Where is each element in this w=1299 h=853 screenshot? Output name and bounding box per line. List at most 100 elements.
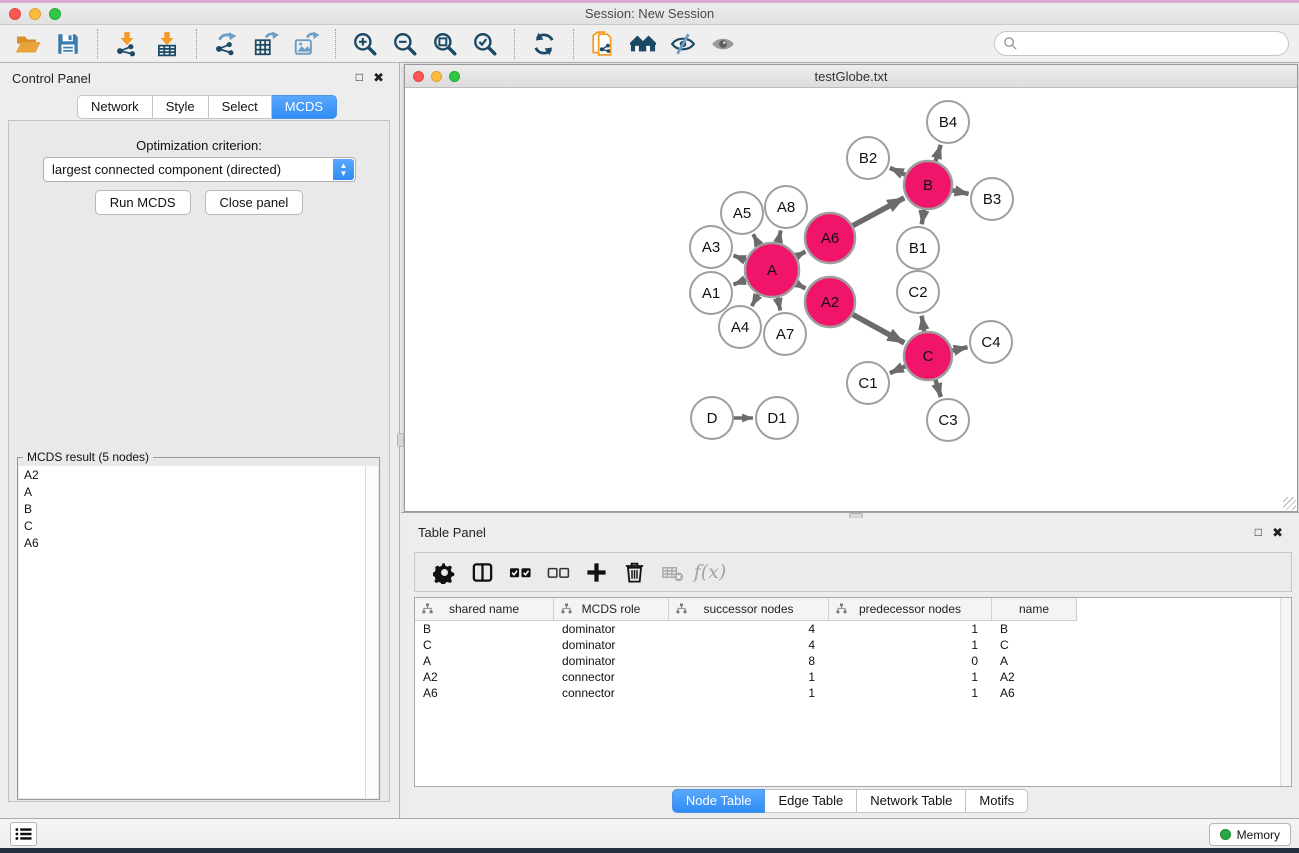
graph-node-D[interactable]: D — [691, 397, 733, 439]
tab-select[interactable]: Select — [209, 95, 272, 119]
svg-text:B3: B3 — [983, 191, 1001, 208]
zoom-in-icon[interactable] — [347, 28, 383, 60]
graph-node-A[interactable]: A — [745, 243, 799, 297]
open-session-icon[interactable] — [10, 28, 46, 60]
graph-node-A3[interactable]: A3 — [690, 226, 732, 268]
list-item[interactable]: A — [19, 483, 378, 500]
export-image-icon[interactable] — [288, 28, 324, 60]
add-column-icon[interactable] — [578, 555, 614, 589]
table-row[interactable]: A2connector11A2 — [415, 669, 1291, 685]
mcds-result-list[interactable]: A2ABCA6 — [19, 466, 378, 798]
column-header-successor-nodes[interactable]: successor nodes — [669, 598, 829, 621]
tab-mcds[interactable]: MCDS — [272, 95, 337, 119]
float-panel-icon[interactable]: □ — [356, 70, 363, 84]
run-mcds-button[interactable]: Run MCDS — [95, 190, 191, 215]
refresh-icon[interactable] — [526, 28, 562, 60]
graph-node-C1[interactable]: C1 — [847, 362, 889, 404]
network-view-window[interactable]: testGlobe.txt A A1 A2 A3 A4 A5 A6 A7 A8 B B1 B2 B3 B4… — [404, 64, 1298, 512]
graph-node-C2[interactable]: C2 — [897, 271, 939, 313]
close-panel-icon[interactable]: ✖ — [373, 70, 384, 86]
tab-network-table[interactable]: Network Table — [857, 789, 966, 813]
window-titlebar[interactable]: Session: New Session — [0, 3, 1299, 25]
save-session-icon[interactable] — [50, 28, 86, 60]
table-row[interactable]: A6connector11A6 — [415, 685, 1291, 701]
network-canvas[interactable]: A A1 A2 A3 A4 A5 A6 A7 A8 B B1 B2 B3 B4 C C1 C2 C3 C4 D D1 — [405, 88, 1297, 511]
list-scrollbar[interactable] — [365, 466, 378, 798]
column-header-name[interactable]: name — [992, 598, 1077, 621]
search-field[interactable] — [994, 31, 1289, 56]
delete-column-icon[interactable] — [616, 555, 652, 589]
search-input[interactable] — [1018, 34, 1288, 54]
toolbar-separator — [196, 29, 197, 59]
graph-node-A4[interactable]: A4 — [719, 306, 761, 348]
table-panel-title: Table Panel — [418, 525, 486, 540]
column-header-predecessor-nodes[interactable]: predecessor nodes — [829, 598, 992, 621]
import-table-icon[interactable] — [149, 28, 185, 60]
graph-node-A7[interactable]: A7 — [764, 313, 806, 355]
node-table[interactable]: shared nameMCDS rolesuccessor nodesprede… — [414, 597, 1292, 787]
list-item[interactable]: C — [19, 517, 378, 534]
table-row[interactable]: Bdominator41B — [415, 621, 1291, 637]
graph-node-D1[interactable]: D1 — [756, 397, 798, 439]
table-body: Bdominator41BCdominator41CAdominator80AA… — [415, 621, 1291, 701]
list-item[interactable]: B — [19, 500, 378, 517]
table-row[interactable]: Adominator80A — [415, 653, 1291, 669]
toggle-columns-icon[interactable] — [464, 555, 500, 589]
application-window: Session: New Session Control Panel □ ✖ N… — [0, 0, 1299, 853]
zoom-fit-icon[interactable] — [427, 28, 463, 60]
graph-node-B[interactable]: B — [904, 161, 952, 209]
graph-node-B3[interactable]: B3 — [971, 178, 1013, 220]
table-float-panel-icon[interactable]: □ — [1255, 525, 1262, 539]
graph-node-A2[interactable]: A2 — [805, 277, 855, 327]
svg-text:C3: C3 — [938, 412, 957, 429]
graph-node-A8[interactable]: A8 — [765, 186, 807, 228]
list-item[interactable]: A2 — [19, 466, 378, 483]
network-window-titlebar[interactable]: testGlobe.txt — [405, 65, 1297, 88]
export-table-icon[interactable] — [248, 28, 284, 60]
table-settings-icon[interactable] — [426, 555, 462, 589]
close-panel-button[interactable]: Close panel — [205, 190, 304, 215]
column-header-MCDS-role[interactable]: MCDS role — [554, 598, 669, 621]
hide-selected-icon[interactable] — [665, 28, 701, 60]
new-network-from-selection-icon[interactable] — [585, 28, 621, 60]
graph-node-B2[interactable]: B2 — [847, 137, 889, 179]
graph-node-B4[interactable]: B4 — [927, 101, 969, 143]
table-row[interactable]: Cdominator41C — [415, 637, 1291, 653]
tab-style[interactable]: Style — [153, 95, 209, 119]
graph-node-C[interactable]: C — [904, 332, 952, 380]
export-network-icon[interactable] — [208, 28, 244, 60]
network-graph[interactable]: A A1 A2 A3 A4 A5 A6 A7 A8 B B1 B2 B3 B4 C C1 C2 C3 C4 D D1 — [405, 88, 1297, 511]
graph-node-C4[interactable]: C4 — [970, 321, 1012, 363]
window-resize-grip[interactable] — [1283, 497, 1296, 510]
toolbar-separator — [335, 29, 336, 59]
deselect-all-icon[interactable] — [540, 555, 576, 589]
table-scrollbar[interactable] — [1280, 598, 1291, 786]
svg-text:A: A — [767, 262, 777, 279]
optimization-criterion-dropdown[interactable]: largest connected component (directed) ▲… — [43, 157, 356, 182]
task-history-button[interactable] — [10, 822, 37, 846]
first-neighbors-icon[interactable] — [625, 28, 661, 60]
select-all-icon[interactable] — [502, 555, 538, 589]
graph-node-A5[interactable]: A5 — [721, 192, 763, 234]
graph-node-A1[interactable]: A1 — [690, 272, 732, 314]
graph-node-C3[interactable]: C3 — [927, 399, 969, 441]
vertical-split-handle[interactable] — [397, 433, 404, 447]
optimization-criterion-label: Optimization criterion: — [9, 138, 389, 153]
list-item[interactable]: A6 — [19, 534, 378, 551]
table-close-panel-icon[interactable]: ✖ — [1272, 525, 1283, 541]
graph-node-A6[interactable]: A6 — [805, 213, 855, 263]
tab-node-table[interactable]: Node Table — [672, 789, 766, 813]
memory-button[interactable]: Memory — [1209, 823, 1291, 846]
show-all-icon[interactable] — [705, 28, 741, 60]
tab-edge-table[interactable]: Edge Table — [765, 789, 857, 813]
import-network-icon[interactable] — [109, 28, 145, 60]
table-cell: dominator — [554, 637, 669, 653]
graph-node-B1[interactable]: B1 — [897, 227, 939, 269]
zoom-out-icon[interactable] — [387, 28, 423, 60]
tab-motifs[interactable]: Motifs — [966, 789, 1028, 813]
column-type-icon — [676, 603, 687, 617]
tab-network[interactable]: Network — [77, 95, 153, 119]
zoom-selected-icon[interactable] — [467, 28, 503, 60]
svg-text:A1: A1 — [702, 285, 720, 302]
column-header-shared-name[interactable]: shared name — [415, 598, 554, 621]
